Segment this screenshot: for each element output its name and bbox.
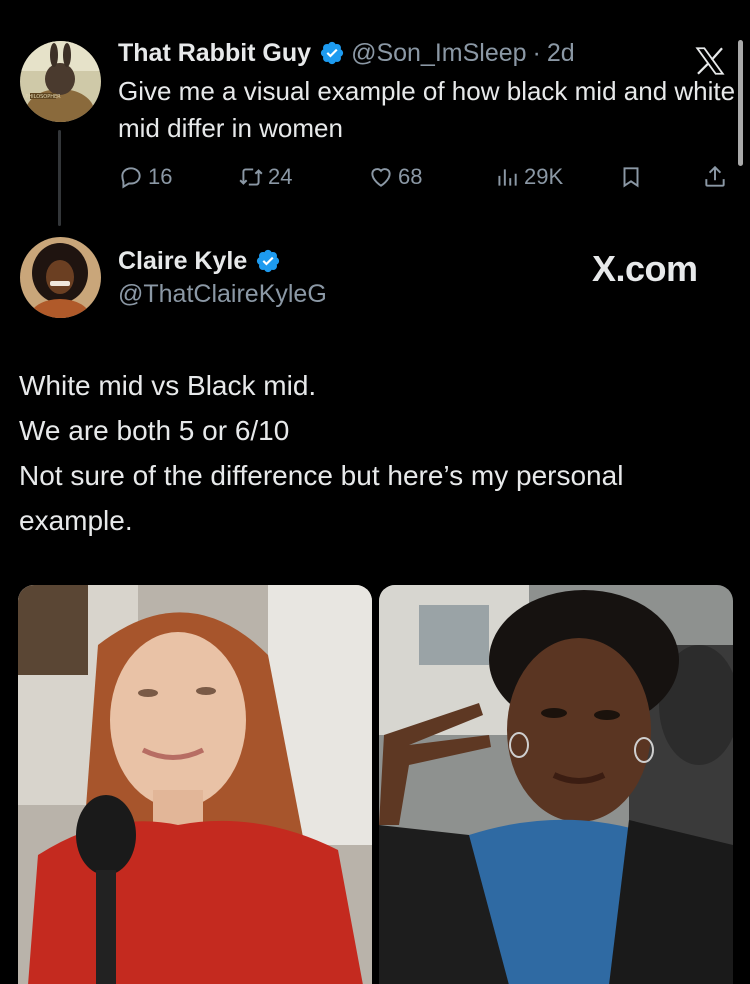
share-icon	[705, 165, 725, 187]
photo-left[interactable]	[18, 585, 372, 984]
tweet1-timestamp[interactable]: 2d	[547, 39, 575, 68]
tweet2-line: White mid vs Black mid.	[19, 370, 317, 401]
retweet-icon	[239, 168, 263, 186]
views-icon	[498, 169, 517, 186]
retweet-count: 24	[268, 164, 293, 189]
retweet-button[interactable]: 24	[238, 160, 292, 194]
tweet2-line: Not sure of the difference but here’s my…	[19, 460, 624, 491]
bookmark-button[interactable]	[618, 160, 648, 194]
tweet2-text: White mid vs Black mid. We are both 5 or…	[19, 363, 734, 543]
x-com-watermark: X.com	[592, 248, 698, 289]
tweet2-line: We are both 5 or 6/10	[19, 415, 290, 446]
verified-badge-icon	[255, 248, 281, 274]
like-count: 68	[398, 164, 423, 189]
tweet1-text: Give me a visual example of how black mi…	[118, 76, 736, 143]
separator-dot: ·	[532, 38, 541, 67]
thread-connector-line	[58, 130, 61, 226]
tweet1-display-name[interactable]: That Rabbit Guy	[118, 39, 311, 68]
avatar-claire-kyle[interactable]	[20, 237, 101, 318]
views-button[interactable]: 29K	[494, 160, 563, 194]
tweet1-handle[interactable]: @Son_ImSleep	[351, 39, 526, 68]
avatar-caption: PHILOSOPHER	[25, 94, 61, 100]
reply-count: 16	[148, 164, 173, 189]
scrollbar[interactable]	[738, 40, 743, 166]
reply-icon	[121, 167, 141, 189]
tweet2-header: Claire Kyle	[118, 244, 287, 278]
tweet2-handle[interactable]: @ThatClaireKyleG	[118, 280, 327, 309]
like-icon	[371, 168, 391, 187]
views-count: 29K	[524, 164, 564, 189]
like-button[interactable]: 68	[368, 160, 422, 194]
tweet1-action-bar: 16 24 68 29K	[118, 160, 730, 194]
verified-badge-icon	[319, 40, 345, 66]
tweet2-line: example.	[19, 505, 133, 536]
tweet2-display-name[interactable]: Claire Kyle	[118, 247, 247, 276]
photo-right[interactable]	[379, 585, 733, 984]
share-button[interactable]	[702, 160, 732, 194]
tweet1-header: That Rabbit Guy @Son_ImSleep · 2d	[118, 36, 575, 70]
reply-button[interactable]: 16	[118, 160, 172, 194]
avatar-that-rabbit-guy[interactable]: PHILOSOPHER	[20, 41, 101, 122]
bookmark-icon	[623, 167, 639, 188]
